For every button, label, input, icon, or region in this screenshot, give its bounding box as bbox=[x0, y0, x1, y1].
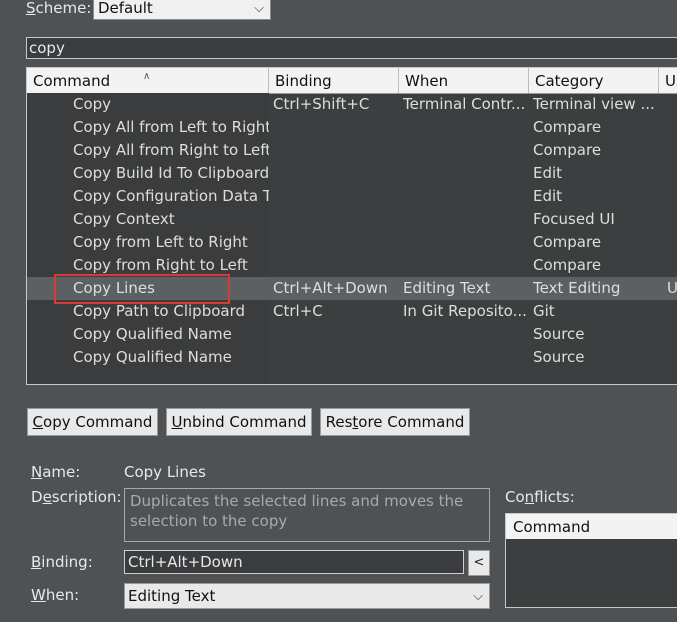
table-row[interactable]: Copy Qualified Name Source bbox=[27, 346, 677, 369]
cell-command: Copy All from Right to Left bbox=[73, 141, 269, 159]
column-user[interactable]: Us bbox=[659, 68, 677, 93]
cell-when: In Git Reposito... bbox=[403, 302, 527, 320]
cell-category: Text Editing bbox=[533, 279, 621, 297]
cell-category: Git bbox=[533, 302, 555, 320]
scheme-select[interactable]: Default ⌵ bbox=[93, 0, 271, 20]
cell-user bbox=[667, 93, 677, 116]
cell-command: Copy bbox=[73, 95, 112, 113]
table-row[interactable]: Copy Build Id To Clipboard Edit bbox=[27, 162, 677, 185]
cell-binding bbox=[273, 162, 397, 185]
table-row[interactable]: Copy All from Left to Right Compare bbox=[27, 116, 677, 139]
binding-clear-button[interactable]: < bbox=[468, 550, 490, 576]
table-header: Command ∧ Binding When Category Us bbox=[27, 68, 677, 94]
commands-table: Command ∧ Binding When Category Us CopyC… bbox=[26, 67, 677, 385]
cell-user bbox=[667, 300, 677, 323]
cell-binding bbox=[273, 254, 397, 277]
highlight-annotation bbox=[54, 274, 230, 304]
column-when[interactable]: When bbox=[399, 68, 529, 93]
name-value: Copy Lines bbox=[124, 463, 206, 481]
name-label: Name: bbox=[31, 463, 81, 481]
conflicts-column-command[interactable]: Command bbox=[506, 514, 677, 539]
unbind-command-button[interactable]: Unbind Command bbox=[166, 408, 312, 436]
cell-when bbox=[403, 208, 527, 231]
cell-command: Copy from Left to Right bbox=[73, 233, 248, 251]
filter-input[interactable]: copy bbox=[26, 37, 677, 59]
table-row[interactable]: Copy Qualified Name Source bbox=[27, 323, 677, 346]
cell-category: Edit bbox=[533, 187, 563, 205]
binding-input[interactable]: Ctrl+Alt+Down bbox=[124, 550, 464, 574]
cell-user bbox=[667, 346, 677, 369]
column-binding[interactable]: Binding bbox=[269, 68, 399, 93]
cell-binding bbox=[273, 185, 397, 208]
cell-user bbox=[667, 162, 677, 185]
cell-user bbox=[667, 116, 677, 139]
cell-user: U bbox=[667, 279, 677, 297]
cell-user bbox=[667, 231, 677, 254]
cell-when: Terminal Contr... bbox=[403, 95, 526, 113]
cell-category: Source bbox=[533, 348, 585, 366]
cell-when: Editing Text bbox=[403, 279, 491, 297]
description-label: Description: bbox=[31, 488, 122, 506]
binding-label: Binding: bbox=[31, 553, 93, 571]
chevron-down-icon: ⌵ bbox=[254, 1, 264, 16]
scheme-value: Default bbox=[98, 0, 153, 17]
cell-category: Compare bbox=[533, 256, 602, 274]
when-label: When: bbox=[31, 586, 80, 604]
table-row[interactable]: Copy Configuration Data To Edit bbox=[27, 185, 677, 208]
table-row[interactable]: Copy Context Focused UI bbox=[27, 208, 677, 231]
cell-user bbox=[667, 323, 677, 346]
cell-category: Compare bbox=[533, 233, 602, 251]
cell-category: Terminal view ... bbox=[533, 95, 655, 113]
cell-when bbox=[403, 185, 527, 208]
cell-binding bbox=[273, 231, 397, 254]
conflicts-label: Conflicts: bbox=[505, 488, 575, 506]
cell-user bbox=[667, 139, 677, 162]
cell-when bbox=[403, 231, 527, 254]
cell-command: Copy All from Left to Right bbox=[73, 118, 269, 136]
cell-user bbox=[667, 185, 677, 208]
cell-command: Copy Qualified Name bbox=[73, 348, 232, 366]
cell-command: Copy Qualified Name bbox=[73, 325, 232, 343]
cell-when bbox=[403, 116, 527, 139]
when-value: Editing Text bbox=[128, 587, 216, 605]
cell-when bbox=[403, 254, 527, 277]
cell-when bbox=[403, 162, 527, 185]
cell-category: Compare bbox=[533, 118, 602, 136]
cell-category: Edit bbox=[533, 164, 563, 182]
scheme-label: Scheme: bbox=[26, 0, 92, 17]
cell-command: Copy Context bbox=[73, 210, 175, 228]
cell-binding bbox=[273, 208, 397, 231]
cell-binding bbox=[273, 346, 397, 369]
cell-binding: Ctrl+Shift+C bbox=[273, 95, 370, 113]
chevron-down-icon: ⌵ bbox=[473, 589, 483, 604]
cell-category: Source bbox=[533, 325, 585, 343]
cell-when bbox=[403, 139, 527, 162]
cell-binding: Ctrl+C bbox=[273, 302, 323, 320]
table-row[interactable]: Copy All from Right to Left Compare bbox=[27, 139, 677, 162]
cell-command: Copy Configuration Data To bbox=[73, 187, 269, 205]
cell-when bbox=[403, 346, 527, 369]
table-row[interactable]: Copy from Left to Right Compare bbox=[27, 231, 677, 254]
conflicts-table: Command bbox=[505, 513, 677, 608]
column-command[interactable]: Command ∧ bbox=[27, 68, 269, 93]
cell-binding bbox=[273, 139, 397, 162]
copy-command-button[interactable]: Copy Command bbox=[27, 408, 158, 436]
table-body: Copy Ctrl+Shift+C Terminal Contr... Termina… bbox=[27, 93, 677, 384]
sort-ascending-icon: ∧ bbox=[143, 71, 151, 82]
cell-category: Compare bbox=[533, 141, 602, 159]
cell-when bbox=[403, 323, 527, 346]
cell-binding: Ctrl+Alt+Down bbox=[273, 279, 388, 297]
column-category[interactable]: Category bbox=[529, 68, 659, 93]
table-row[interactable]: Copy Ctrl+Shift+C Terminal Contr... Termina… bbox=[27, 93, 677, 116]
restore-command-button[interactable]: Restore Command bbox=[320, 408, 470, 436]
cell-command: Copy Build Id To Clipboard bbox=[73, 164, 269, 182]
description-field: Duplicates the selected lines and moves … bbox=[124, 488, 490, 542]
cell-binding bbox=[273, 323, 397, 346]
when-select[interactable]: Editing Text ⌵ bbox=[124, 583, 490, 609]
cell-user bbox=[667, 254, 677, 277]
cell-binding bbox=[273, 116, 397, 139]
cell-user bbox=[667, 208, 677, 231]
cell-category: Focused UI bbox=[533, 210, 615, 228]
